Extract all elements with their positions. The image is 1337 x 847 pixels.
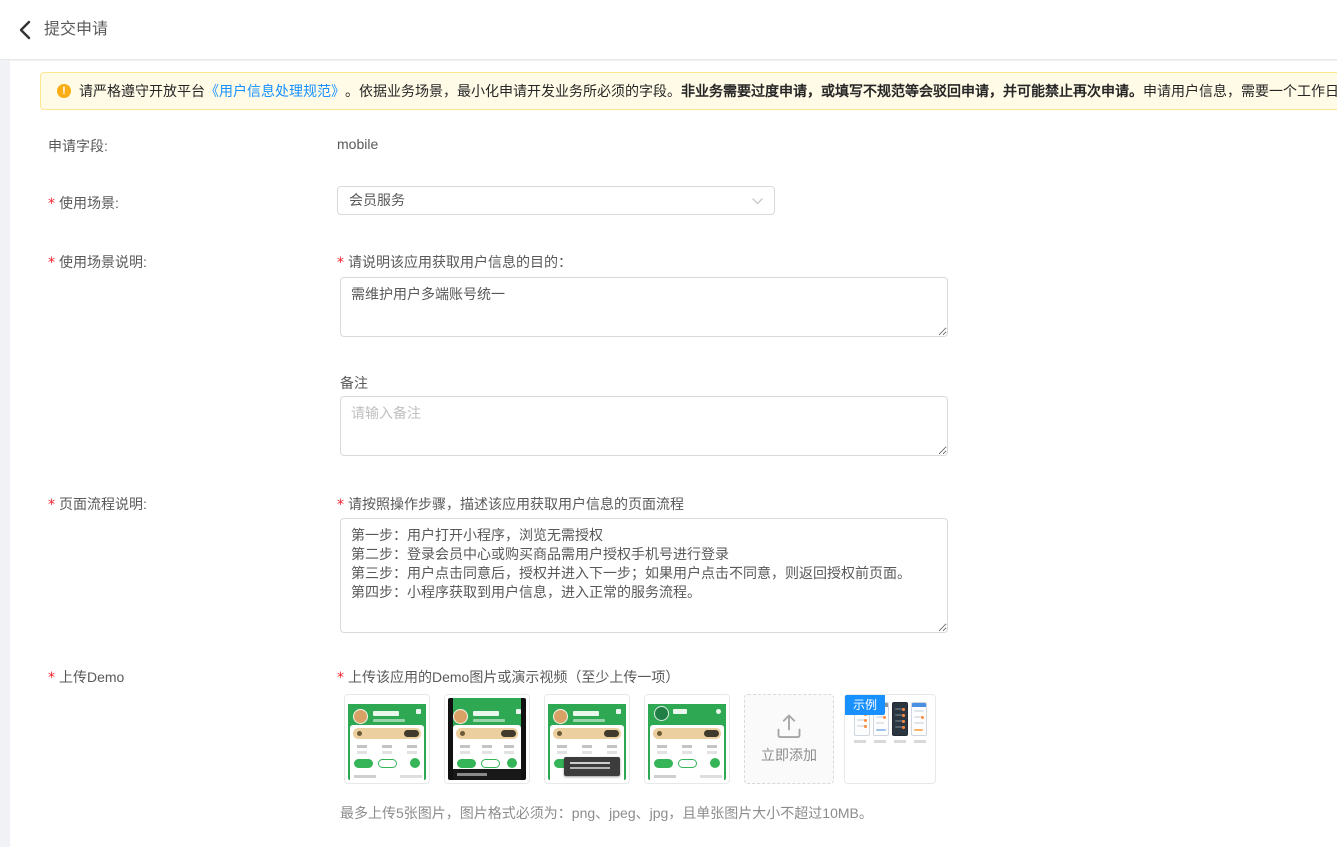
demo-thumbnail-1[interactable] <box>344 694 430 784</box>
demo-thumbnail-2[interactable] <box>444 694 530 784</box>
banner-text-1: 请严格遵守开放平台 <box>79 81 205 101</box>
upload-sublabel: *上传该应用的Demo图片或演示视频（至少上传一项） <box>337 667 679 687</box>
banner-link-user-info-spec[interactable]: 《用户信息处理规范》 <box>205 81 345 101</box>
flow-textarea[interactable]: 第一步：用户打开小程序，浏览无需授权 第二步：登录会员中心或购买商品需用户授权手… <box>340 518 948 633</box>
required-asterisk: * <box>337 255 344 271</box>
mini-program-screenshot <box>448 698 526 780</box>
mini-program-screenshot <box>348 698 426 780</box>
mini-program-screenshot <box>648 698 726 780</box>
demo-thumbnail-3[interactable] <box>544 694 630 784</box>
required-asterisk: * <box>337 497 344 513</box>
warning-banner: ! 请严格遵守开放平台《用户信息处理规范》。依据业务场景，最小化申请开发业务所必… <box>40 72 1337 110</box>
demo-thumbnail-4[interactable] <box>644 694 730 784</box>
example-badge: 示例 <box>845 695 885 715</box>
scene-desc-label: *使用场景说明: <box>48 252 147 272</box>
required-asterisk: * <box>48 255 55 271</box>
flow-sublabel: *请按照操作步骤，描述该应用获取用户信息的页面流程 <box>337 494 684 514</box>
required-asterisk: * <box>48 670 55 686</box>
exclamation-circle-icon: ! <box>57 84 71 98</box>
apply-field-label: 申请字段: <box>48 136 108 156</box>
required-asterisk: * <box>337 670 344 686</box>
upload-add-label: 立即添加 <box>761 745 817 765</box>
purpose-textarea[interactable]: 需维护用户多端账号统一 <box>340 277 948 337</box>
banner-text-bold: 非业务需要过度申请，或填写不规范等会驳回申请，并可能禁止再次申请。 <box>681 81 1143 101</box>
scene-select-value: 会员服务 <box>349 192 405 208</box>
upload-label: *上传Demo <box>48 667 124 687</box>
apply-field-value: mobile <box>337 136 378 152</box>
banner-text-2: 。依据业务场景，最小化申请开发业务所必须的字段。 <box>345 81 681 101</box>
note-textarea[interactable] <box>340 396 948 456</box>
upload-tray-icon <box>775 713 803 739</box>
purpose-sublabel: *请说明该应用获取用户信息的目的： <box>337 252 572 272</box>
chevron-down-icon <box>752 198 763 205</box>
example-thumbnail[interactable]: 示例 <box>844 694 936 784</box>
example-captions <box>851 740 929 743</box>
upload-add-button[interactable]: 立即添加 <box>744 694 834 784</box>
banner-text-3: 申请用户信息，需要一个工作日左右的审核时间，请耐 <box>1143 81 1337 101</box>
upload-hint: 最多上传5张图片，图片格式必须为：png、jpeg、jpg，且单张图片大小不超过… <box>340 803 873 823</box>
required-asterisk: * <box>48 497 55 513</box>
scene-select[interactable]: 会员服务 <box>337 186 775 215</box>
flow-label: *页面流程说明: <box>48 494 147 514</box>
chevron-left-icon <box>14 18 38 42</box>
required-asterisk: * <box>48 196 55 212</box>
scene-label: *使用场景: <box>48 193 119 213</box>
page-header: 提交申请 <box>0 0 1337 60</box>
note-label: 备注 <box>340 373 368 393</box>
mini-program-screenshot <box>548 698 626 780</box>
page-title: 提交申请 <box>44 0 108 59</box>
toast-overlay <box>564 757 620 776</box>
back-button[interactable] <box>14 18 38 42</box>
